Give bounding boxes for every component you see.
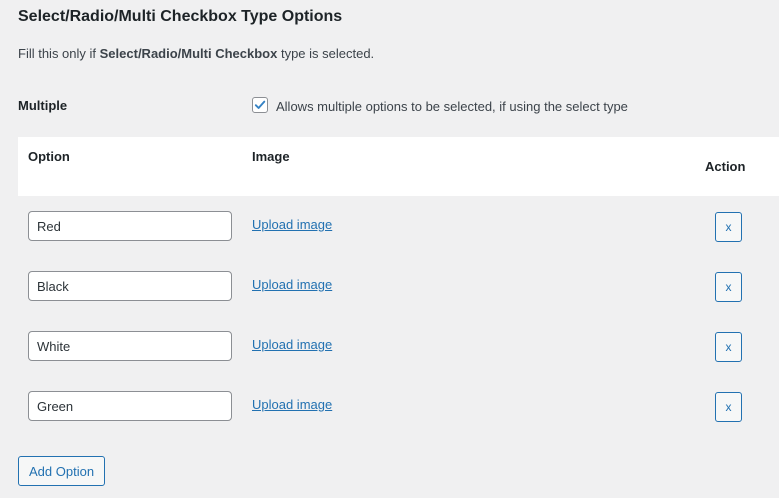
option-input-red[interactable] bbox=[28, 211, 232, 241]
header-image: Image bbox=[252, 149, 290, 164]
upload-image-link[interactable]: Upload image bbox=[252, 277, 332, 292]
option-row: Upload image x bbox=[0, 211, 779, 251]
description-prefix: Fill this only if bbox=[18, 46, 100, 61]
section-description: Fill this only if Select/Radio/Multi Che… bbox=[18, 46, 374, 61]
option-row: Upload image x bbox=[0, 391, 779, 431]
option-input-black[interactable] bbox=[28, 271, 232, 301]
remove-option-button[interactable]: x bbox=[715, 212, 742, 242]
add-option-button[interactable]: Add Option bbox=[18, 456, 106, 486]
section-title: Select/Radio/Multi Checkbox Type Options bbox=[18, 8, 343, 25]
option-input-green[interactable] bbox=[28, 391, 232, 421]
upload-image-link[interactable]: Upload image bbox=[252, 397, 332, 412]
description-bold: Select/Radio/Multi Checkbox bbox=[99, 46, 278, 61]
multiple-description: Allows multiple options to be selected, … bbox=[276, 99, 628, 114]
header-option: Option bbox=[28, 149, 70, 164]
description-suffix: type is selected. bbox=[277, 46, 375, 61]
upload-image-link[interactable]: Upload image bbox=[252, 337, 332, 352]
options-table-header: Option Image Action bbox=[18, 137, 779, 196]
remove-option-button[interactable]: x bbox=[715, 332, 742, 362]
header-action: Action bbox=[705, 159, 746, 174]
option-row: Upload image x bbox=[0, 271, 779, 311]
checkmark-icon bbox=[254, 100, 266, 109]
remove-option-button[interactable]: x bbox=[715, 392, 742, 422]
upload-image-link[interactable]: Upload image bbox=[252, 217, 332, 232]
multiple-checkbox[interactable] bbox=[252, 97, 268, 113]
option-input-white[interactable] bbox=[28, 331, 232, 361]
remove-option-button[interactable]: x bbox=[715, 272, 742, 302]
multiple-label: Multiple bbox=[18, 98, 68, 113]
option-row: Upload image x bbox=[0, 331, 779, 371]
